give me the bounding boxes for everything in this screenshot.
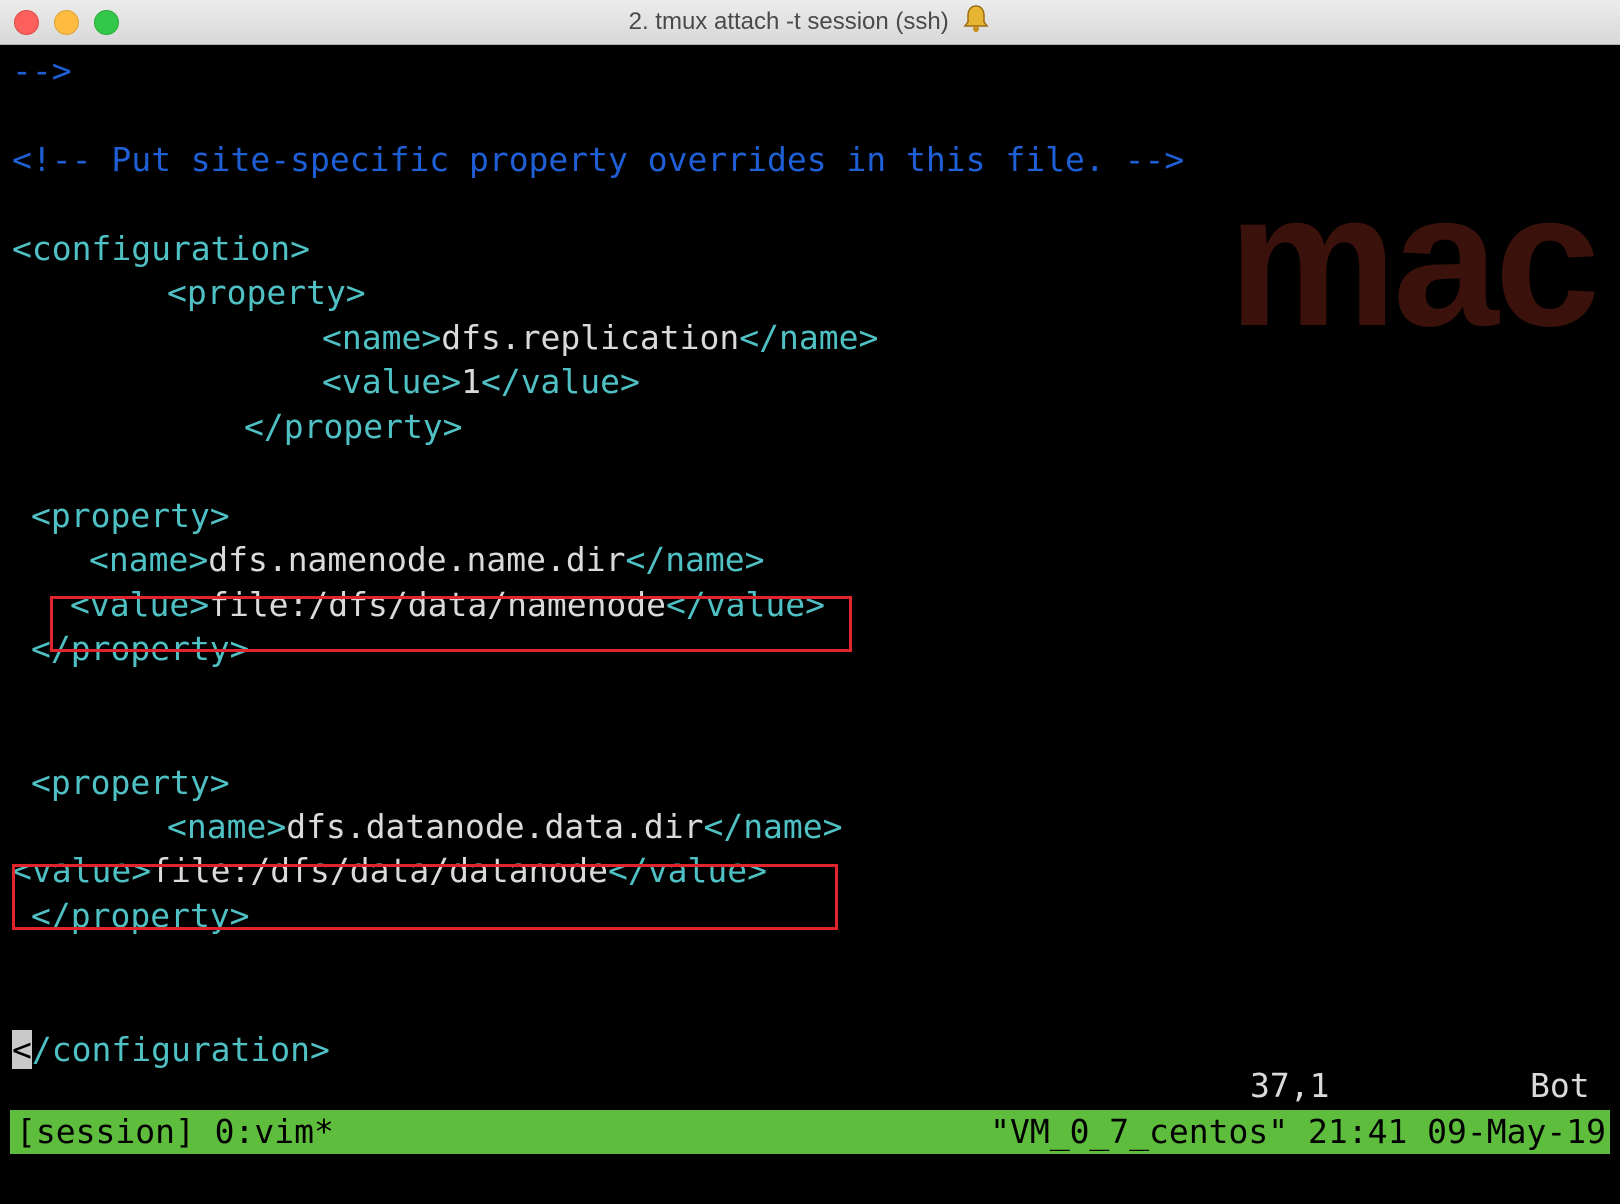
code-token: <value>	[322, 362, 462, 401]
code-token: <name>	[322, 318, 442, 357]
code-token: </value>	[480, 362, 640, 401]
cursor-position: 37,1	[1250, 1066, 1330, 1105]
code-token: <configuration>	[12, 229, 311, 268]
code-line: <property>	[167, 273, 366, 313]
code-line: <name>dfs.namenode.name.dir</name>	[89, 540, 765, 580]
tmux-host-clock: "VM_0_7_centos" 21:41 09-May-19	[990, 1112, 1606, 1151]
code-line: </property>	[244, 407, 463, 447]
window-title: 2. tmux attach -t session (ssh)	[0, 0, 1620, 44]
scroll-position: Bot	[1530, 1066, 1590, 1105]
code-token: </property>	[244, 407, 463, 446]
code-line: -->	[12, 51, 72, 91]
code-token: dfs.replication	[441, 318, 740, 357]
code-token: /configuration>	[31, 1030, 330, 1069]
code-line: <configuration>	[12, 229, 310, 269]
code-token: </name>	[625, 540, 765, 579]
code-line: </configuration>	[12, 1030, 330, 1070]
code-line: <property>	[31, 496, 230, 536]
text-cursor: <	[12, 1030, 32, 1069]
code-token: <property>	[167, 273, 366, 312]
terminal-window: 2. tmux attach -t session (ssh) mac --> …	[0, 0, 1620, 1204]
title-bar[interactable]: 2. tmux attach -t session (ssh)	[0, 0, 1620, 45]
code-line: <!-- Put site-specific property override…	[12, 140, 1184, 180]
code-line: <name>dfs.datanode.data.dir</name>	[167, 807, 843, 847]
code-token: <property>	[31, 496, 230, 535]
code-token: dfs.namenode.name.dir	[208, 540, 626, 579]
tmux-status-bar: [session] 0:vim* "VM_0_7_centos" 21:41 0…	[10, 1110, 1610, 1154]
code-token: <property>	[31, 763, 230, 802]
code-token: </name>	[703, 807, 843, 846]
code-token: dfs.datanode.data.dir	[286, 807, 704, 846]
highlight-box-namenode	[50, 596, 852, 652]
terminal-content[interactable]: mac --> <!-- Put site-specific property …	[0, 45, 1620, 1204]
tmux-window-list[interactable]: [session] 0:vim*	[16, 1110, 334, 1154]
code-token: -->	[12, 51, 72, 90]
code-line: <value>1</value>	[322, 362, 640, 402]
code-token: <name>	[167, 807, 287, 846]
code-line: <name>dfs.replication</name>	[322, 318, 878, 358]
watermark-text: mac	[1228, 154, 1600, 366]
code-token: <name>	[89, 540, 209, 579]
window-title-text: 2. tmux attach -t session (ssh)	[628, 8, 949, 35]
code-token: <!-- Put site-specific property override…	[12, 140, 1185, 179]
bell-icon	[961, 3, 991, 48]
code-token: </name>	[739, 318, 879, 357]
highlight-box-datanode	[12, 864, 838, 930]
code-token: 1	[461, 362, 481, 401]
code-line: <property>	[31, 763, 230, 803]
